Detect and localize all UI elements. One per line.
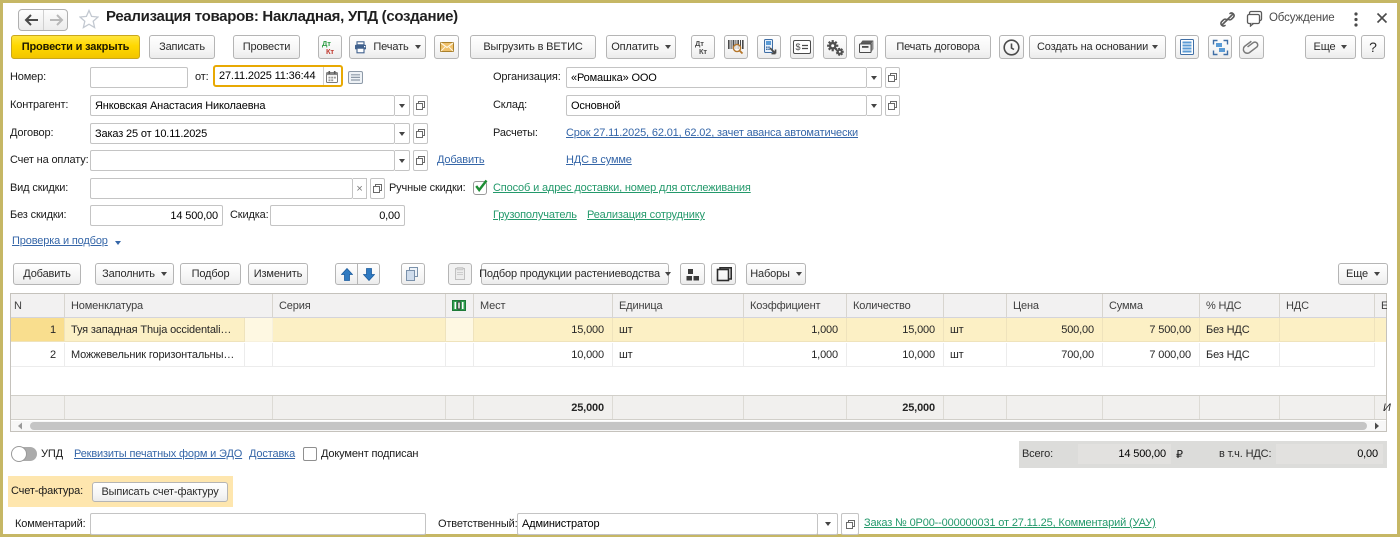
svg-text:Кт: Кт <box>326 47 334 55</box>
svg-text:Кт: Кт <box>699 47 707 55</box>
svg-text:$: $ <box>796 42 801 52</box>
